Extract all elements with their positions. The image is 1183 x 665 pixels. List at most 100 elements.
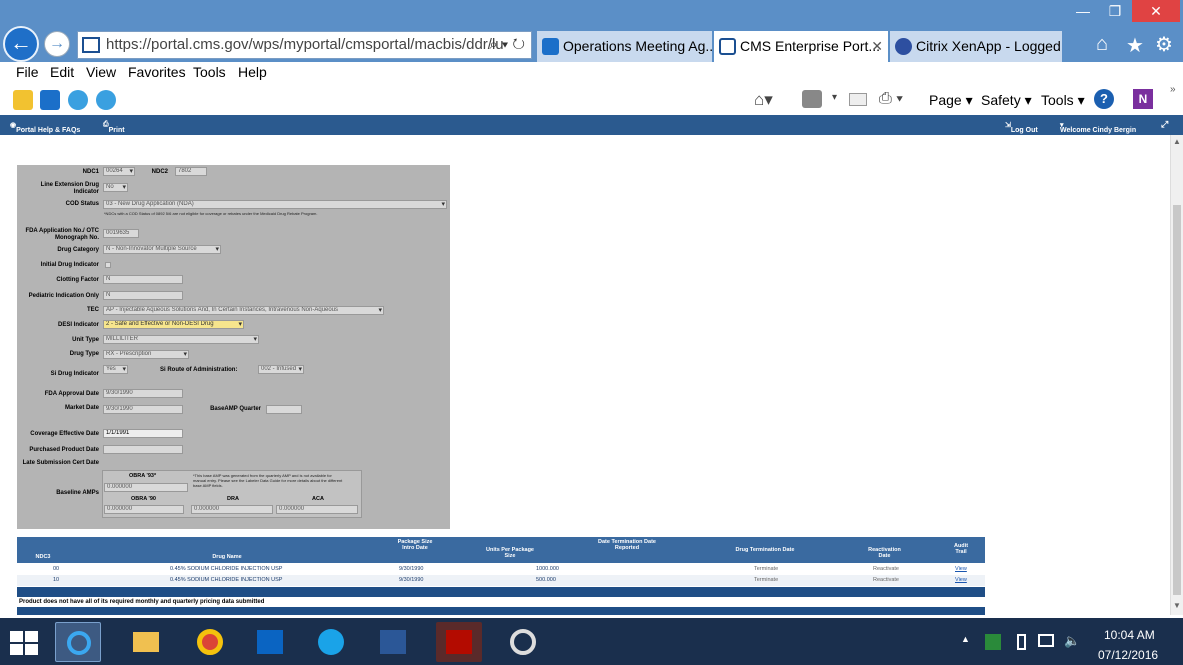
portal-help-link[interactable]: ◉ Portal Help & FAQs <box>10 121 80 134</box>
aca-field: 0.000000 <box>276 505 358 514</box>
terminate-link[interactable]: Terminate <box>754 577 778 583</box>
browser-chrome: — ❐ ✕ ← → https://portal.cms.gov/wps/myp… <box>0 0 1183 62</box>
tab-label: CMS Enterprise Port... <box>740 38 881 54</box>
cell-intro-date: 9/30/1990 <box>399 566 424 572</box>
portal-toolbar: ◉ Portal Help & FAQs ⎙ Print ⇲ Log Out W… <box>0 115 1183 135</box>
tray-overflow-icon[interactable]: ▲ <box>961 634 970 644</box>
initial-drug-checkbox[interactable] <box>105 262 111 268</box>
onenote-icon[interactable]: N <box>1133 89 1153 109</box>
initial-drug-label: Initial Drug Indicator <box>40 262 99 268</box>
acrobat-taskbar-icon[interactable] <box>436 622 482 662</box>
tab-operations-meeting[interactable]: Operations Meeting Ag... <box>537 31 712 62</box>
audit-view-link[interactable]: View <box>955 566 967 572</box>
maximize-portlet-icon[interactable]: ⤢ <box>1161 119 1168 130</box>
unit-type-select[interactable]: MILLILITER <box>103 335 259 344</box>
market-date-field[interactable]: 9/30/1990 <box>103 405 183 414</box>
home-icon[interactable]: ⌂ <box>1096 33 1108 56</box>
ie-link-icon[interactable] <box>96 90 116 110</box>
page-menu[interactable]: Page ▾ <box>929 92 973 109</box>
ie-taskbar-icon[interactable] <box>55 622 101 662</box>
clock-date[interactable]: 07/12/2016 <box>1098 648 1158 662</box>
search-refresh-icon[interactable]: ⌕ ▾ ↻ <box>489 32 525 58</box>
tab-cms-enterprise[interactable]: CMS Enterprise Port... ✕ <box>714 31 888 62</box>
skype-taskbar-icon[interactable] <box>308 622 354 662</box>
add-favorites-icon[interactable] <box>13 90 33 110</box>
menu-help[interactable]: Help <box>238 64 267 80</box>
windows-taskbar: ▲ 🔈 10:04 AM 07/12/2016 <box>0 618 1183 665</box>
start-button[interactable] <box>10 631 38 655</box>
menu-view[interactable]: View <box>86 64 116 80</box>
baseline-amps-label: Baseline AMPs <box>56 490 99 496</box>
scroll-thumb[interactable] <box>1173 205 1181 595</box>
menu-edit[interactable]: Edit <box>50 64 74 80</box>
drug-category-select[interactable]: N - Non-Innovator Multiple Source <box>103 245 221 254</box>
desi-indicator-select[interactable]: 2 - Safe and Effective or Non-DESI Drug <box>103 320 244 329</box>
drug-type-select[interactable]: RX - Prescription <box>103 350 189 359</box>
word-taskbar-icon[interactable] <box>370 622 416 662</box>
chrome-taskbar-icon[interactable] <box>187 622 233 662</box>
clotting-factor-label: Clotting Factor <box>56 277 99 283</box>
coverage-date-field[interactable]: 1/1/1991 <box>103 429 183 438</box>
outlook-taskbar-icon[interactable] <box>247 622 293 662</box>
tools-menu[interactable]: Tools ▾ <box>1041 92 1085 109</box>
pediatric-label: Pediatric Indication Only <box>28 293 99 299</box>
si-drug-select[interactable]: Yes <box>103 365 128 374</box>
ie-link-icon[interactable] <box>68 90 88 110</box>
scroll-up-icon[interactable]: ▲ <box>1173 137 1181 146</box>
obra93-note: *This base AMP was generated from the qu… <box>193 473 343 488</box>
portal-help-label: Portal Help & FAQs <box>16 127 81 134</box>
help-icon[interactable]: ? <box>1094 89 1114 109</box>
unit-type-label: Unit Type <box>72 337 99 343</box>
home-icon[interactable]: ⌂▾ <box>754 90 773 110</box>
fda-approval-field[interactable]: 9/30/1990 <box>103 389 183 398</box>
feeds-dropdown-icon[interactable]: ▾ <box>832 92 837 103</box>
print-icon[interactable]: ⎙ ▾ <box>879 90 903 108</box>
line-extension-select[interactable]: No <box>103 183 128 192</box>
favorites-star-icon[interactable]: ★ <box>1126 33 1144 58</box>
page-scrollbar[interactable]: ▲ ▼ <box>1170 135 1183 615</box>
settings-gear-icon[interactable]: ⚙ <box>1155 32 1173 57</box>
tec-select[interactable]: AP - Injectable Aqueous Solutions And, I… <box>103 306 384 315</box>
mail-icon[interactable] <box>849 93 867 106</box>
reactivate-link[interactable]: Reactivate <box>873 577 899 583</box>
tray-security-icon[interactable] <box>985 634 1001 650</box>
citrix-receiver-taskbar-icon[interactable] <box>500 622 546 662</box>
close-tab-icon[interactable]: ✕ <box>871 31 883 61</box>
welcome-user-menu[interactable]: Welcome Cindy Bergin ▾ <box>1060 121 1136 134</box>
terminate-link[interactable]: Terminate <box>754 566 778 572</box>
network-icon[interactable] <box>1038 634 1054 647</box>
overflow-chevron-icon[interactable]: » <box>1170 84 1176 95</box>
tab-citrix[interactable]: Citrix XenApp - Logged... <box>890 31 1062 62</box>
safety-menu[interactable]: Safety ▾ <box>981 92 1032 109</box>
address-text: https://portal.cms.gov/wps/myportal/cmsp… <box>106 36 504 53</box>
forward-button[interactable]: → <box>44 31 70 57</box>
restore-button[interactable]: ❐ <box>1095 0 1135 22</box>
battery-icon[interactable] <box>1017 634 1026 650</box>
print-link[interactable]: ⎙ Print <box>103 121 125 134</box>
audit-view-link[interactable]: View <box>955 577 967 583</box>
address-bar[interactable]: https://portal.cms.gov/wps/myportal/cmsp… <box>77 31 532 59</box>
fda-application-label: FDA Application No./ OTC Monograph No. <box>25 228 99 241</box>
ndc2-field[interactable]: 7802 <box>175 167 207 176</box>
feeds-icon[interactable] <box>802 90 822 108</box>
sharepoint-link-icon[interactable] <box>40 90 60 110</box>
scroll-down-icon[interactable]: ▼ <box>1173 601 1181 610</box>
volume-icon[interactable]: 🔈 <box>1064 633 1080 649</box>
clotting-factor-field[interactable]: N <box>103 275 183 284</box>
logout-link[interactable]: ⇲ Log Out <box>1005 121 1038 134</box>
explorer-taskbar-icon[interactable] <box>123 622 169 662</box>
menu-tools[interactable]: Tools <box>193 64 226 80</box>
base-amp-quarter-field[interactable] <box>266 405 302 414</box>
pediatric-field[interactable]: N <box>103 291 183 300</box>
menu-favorites[interactable]: Favorites <box>128 64 186 80</box>
clock-time[interactable]: 10:04 AM <box>1104 628 1155 642</box>
menu-file[interactable]: File <box>16 64 39 80</box>
back-button[interactable]: ← <box>3 26 39 62</box>
close-window-button[interactable]: ✕ <box>1132 0 1180 22</box>
cod-status-select[interactable]: 03 - New Drug Application (NDA) <box>103 200 447 209</box>
si-route-select[interactable]: 002 - Infused <box>258 365 304 374</box>
reactivate-link[interactable]: Reactivate <box>873 566 899 572</box>
grid-divider <box>17 587 985 597</box>
fda-application-field[interactable]: 0019635 <box>103 229 139 238</box>
purchased-date-field[interactable] <box>103 445 183 454</box>
